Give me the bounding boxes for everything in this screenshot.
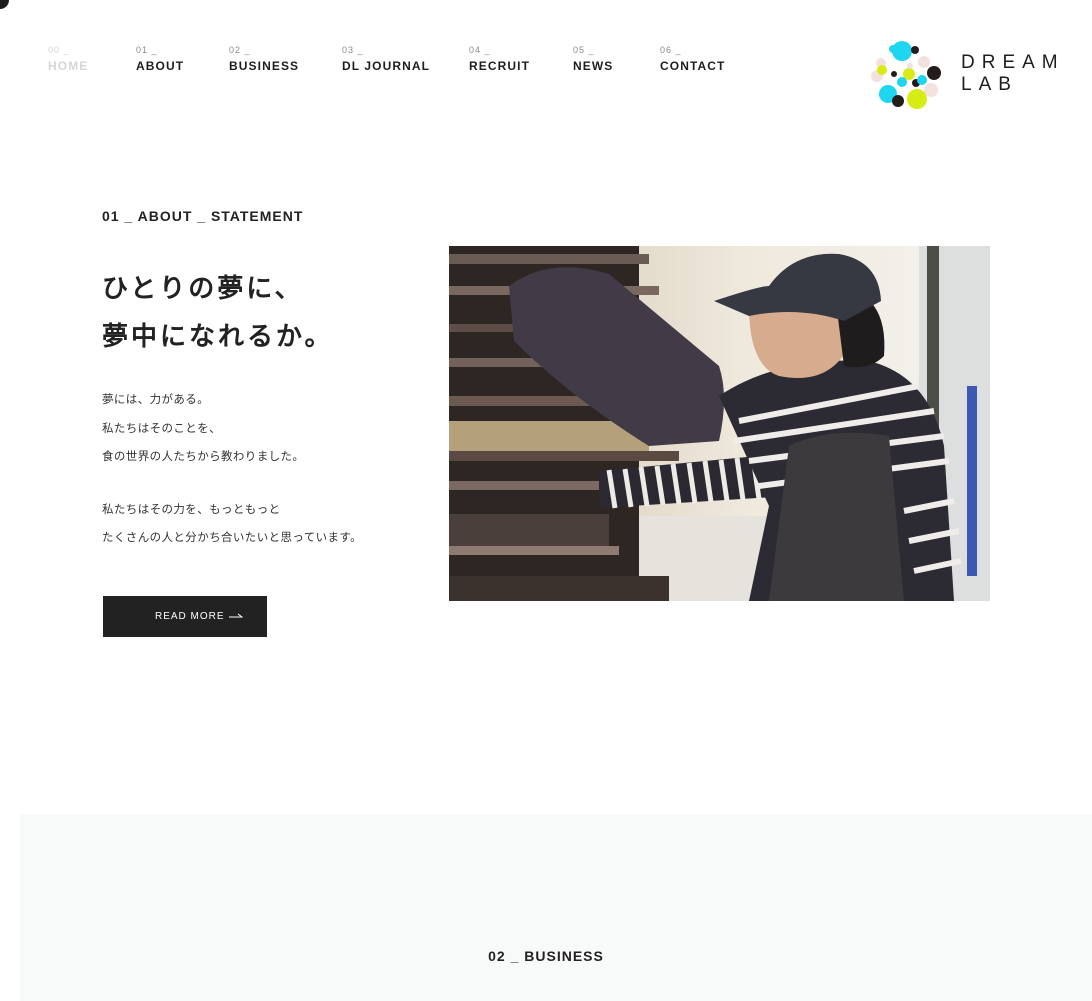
nav-label: RECRUIT [469,59,531,73]
read-more-button[interactable]: READ MORE [103,596,267,637]
body-line: 食の世界の人たちから教わりました。 [102,451,305,463]
nav-label: BUSINESS [229,59,300,73]
about-headline: ひとりの夢に、 夢中になれるか。 [102,264,333,360]
logo-line-1: DREAM [961,52,1065,73]
body-line: 私たちはその力を、もっともっと [102,503,281,516]
logo-line-2: LAB [961,74,1018,95]
dream-lab-logo[interactable]: DREAM LAB [868,36,1058,114]
body-line: 夢には、力がある。 [102,394,210,406]
headline-line-1: ひとりの夢に、 [102,273,304,303]
nav-item-recruit[interactable]: 04 _ RECRUIT [469,44,530,73]
nav-item-news[interactable]: 05 _ NEWS [573,44,613,73]
nav-item-contact[interactable]: 06 _ CONTACT [660,44,725,73]
nav-number: 00 _ [48,45,70,55]
baker-photo-image [449,246,990,601]
arrow-right-icon [229,613,243,618]
business-section-title: 02 _ BUSINESS [488,948,604,964]
nav-label: DL JOURNAL [342,59,431,73]
nav-item-dl-journal[interactable]: 03 _ DL JOURNAL [342,44,430,73]
nav-label: HOME [48,59,89,73]
nav-number: 06 _ [660,45,682,55]
logo-dots-icon [871,41,941,109]
nav-label: ABOUT [136,59,185,73]
body-line: 私たちはそのことを、 [102,422,221,435]
read-more-label: READ MORE [155,611,225,622]
business-section: 02 _ BUSINESS [20,814,1092,1001]
corner-dot [0,0,9,9]
about-body: 夢には、力がある。 私たちはそのことを、 食の世界の人たちから教わりました。 私… [102,386,362,553]
nav-label: NEWS [573,59,614,73]
nav-number: 03 _ [342,45,364,55]
logo-text: DREAM LAB [961,52,1065,96]
nav-number: 02 _ [229,45,251,55]
nav-item-home[interactable]: 00 _ HOME [48,44,88,73]
nav-number: 05 _ [573,45,595,55]
about-photo [449,246,990,601]
nav-number: 01 _ [136,45,158,55]
nav-number: 04 _ [469,45,491,55]
body-line: たくさんの人と分かち合いたいと思っています。 [102,532,363,544]
nav-item-about[interactable]: 01 _ ABOUT [136,44,184,73]
headline-line-2: 夢中になれるか。 [102,321,334,351]
nav-label: CONTACT [660,59,726,73]
about-section-title: 01 _ ABOUT _ STATEMENT [102,208,304,224]
nav-item-business[interactable]: 02 _ BUSINESS [229,44,299,73]
